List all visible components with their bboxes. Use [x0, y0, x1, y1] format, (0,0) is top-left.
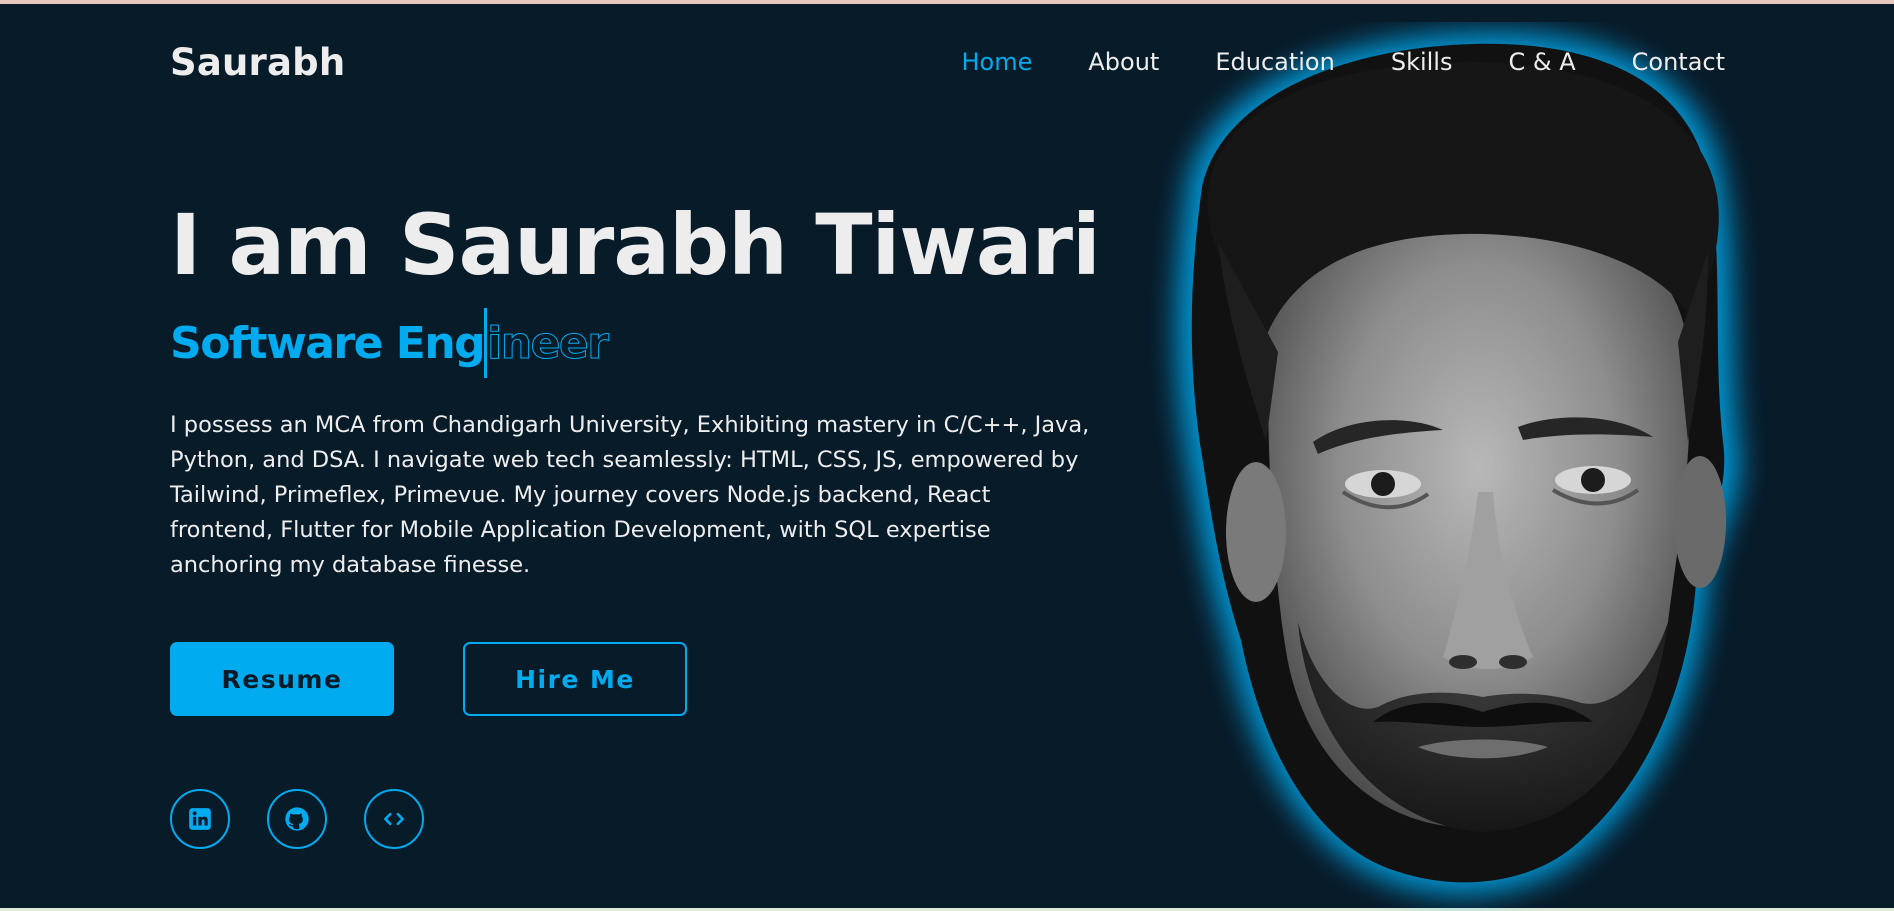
nav-about[interactable]: About [1088, 48, 1159, 76]
resume-button[interactable]: Resume [170, 642, 394, 716]
code-link[interactable] [364, 789, 424, 849]
nav-c-and-a[interactable]: C & A [1508, 48, 1575, 76]
social-links [170, 789, 424, 849]
code-icon [384, 812, 404, 826]
nav-home[interactable]: Home [962, 48, 1033, 76]
hero-bio: I possess an MCA from Chandigarh Univers… [170, 412, 1090, 578]
nav-education[interactable]: Education [1215, 48, 1334, 76]
browser-top-strip [0, 0, 1894, 4]
profile-portrait [1176, 31, 1741, 895]
github-link[interactable] [267, 789, 327, 849]
subtitle-outline-text: ineer [487, 317, 610, 369]
linkedin-icon [189, 808, 211, 830]
github-icon [285, 807, 309, 831]
main-nav: Home About Education Skills C & A Contac… [962, 48, 1726, 76]
nav-skills[interactable]: Skills [1391, 48, 1453, 76]
subtitle-typed-text: Software Eng [170, 317, 486, 369]
hire-me-button[interactable]: Hire Me [463, 642, 687, 716]
linkedin-link[interactable] [170, 789, 230, 849]
nav-contact[interactable]: Contact [1632, 48, 1725, 76]
site-logo[interactable]: Saurabh [170, 41, 345, 84]
hero-title: I am Saurabh Tiwari [170, 196, 1101, 294]
hero-subtitle: Software Eng ineer [170, 308, 610, 378]
site-header: Saurabh Home About Education Skills C & … [170, 36, 1725, 88]
